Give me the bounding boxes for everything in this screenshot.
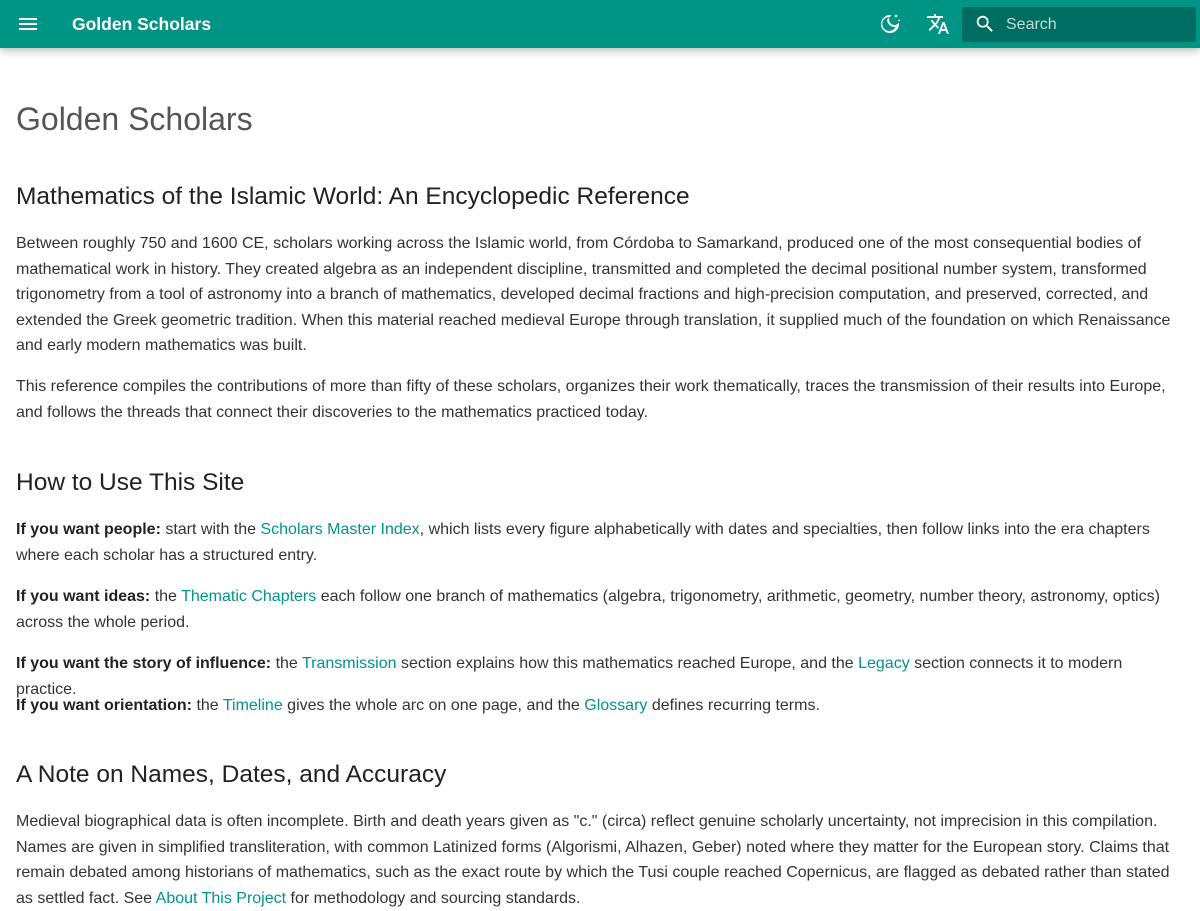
top-header: Golden Scholars (0, 0, 1200, 48)
tip-ideas-label: If you want ideas: (16, 588, 151, 605)
about-this-project-link[interactable]: About This Project (156, 890, 286, 907)
glossary-link[interactable]: Glossary (584, 697, 647, 714)
section-heading-accuracy-note: A Note on Names, Dates, and Accuracy (16, 761, 447, 788)
timeline-link[interactable]: Timeline (223, 697, 283, 714)
page-title: Golden Scholars (16, 101, 253, 137)
menu-icon[interactable] (16, 12, 40, 36)
tip-text: start with the (160, 521, 261, 538)
tip-text: defines recurring terms. (647, 697, 820, 714)
accuracy-text: for methodology and sourcing standards. (286, 889, 581, 907)
scope-paragraph: This reference compiles the contribution… (16, 378, 1166, 421)
dark-mode-toggle-icon[interactable] (878, 12, 902, 36)
thematic-chapters-link[interactable]: Thematic Chapters (181, 588, 316, 605)
site-title[interactable]: Golden Scholars (72, 13, 211, 35)
search-box[interactable] (962, 7, 1196, 42)
transmission-link[interactable]: Transmission (302, 655, 397, 672)
scholars-master-index-link[interactable]: Scholars Master Index (260, 521, 419, 538)
tip-text: the (192, 697, 223, 714)
accuracy-paragraph: Medieval biographical data is often inco… (16, 809, 1184, 911)
tip-people: If you want people: start with the Schol… (16, 517, 1184, 568)
search-input[interactable] (1006, 7, 1192, 42)
tip-text: section explains how this mathematics re… (396, 655, 859, 672)
tip-text: the (150, 588, 182, 605)
search-icon (974, 13, 996, 35)
tip-ideas: If you want ideas: the Thematic Chapters… (16, 584, 1184, 635)
section-heading-how-to-use: How to Use This Site (16, 469, 245, 496)
tip-text: the (271, 655, 302, 672)
legacy-link[interactable]: Legacy (858, 655, 910, 672)
intro-paragraph: Between roughly 750 and 1600 CE, scholar… (16, 235, 1171, 355)
tip-orientation-label: If you want orientation: (16, 697, 192, 714)
tip-text: gives the whole arc on one page, and the (282, 697, 585, 714)
translate-icon[interactable] (926, 12, 950, 36)
tip-people-label: If you want people: (16, 521, 161, 538)
tip-orientation: If you want orientation: the Timeline gi… (16, 693, 1184, 719)
section-heading-reference: Mathematics of the Islamic World: An Enc… (16, 183, 690, 210)
tip-influence-label: If you want the story of influence: (16, 655, 272, 672)
